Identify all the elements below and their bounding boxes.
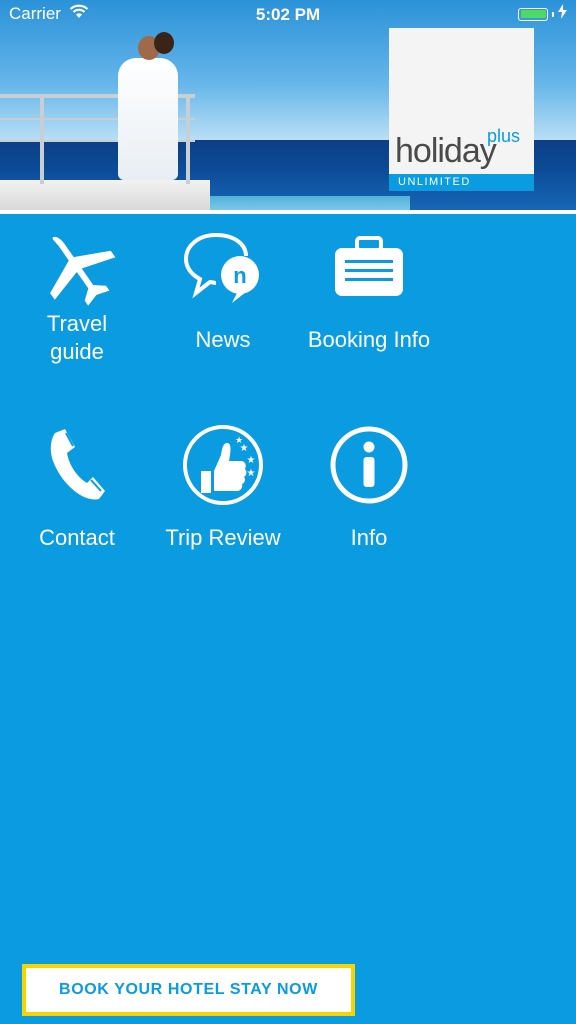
info-icon xyxy=(324,420,414,510)
thumbs-up-icon: ★ ★ ★ ★ xyxy=(178,420,268,510)
carrier-label: Carrier xyxy=(9,4,61,23)
briefcase-icon xyxy=(324,222,414,312)
speech-bubbles-icon: n xyxy=(178,222,268,312)
hero-divider xyxy=(0,210,576,214)
tile-label: Travel guide xyxy=(47,310,107,366)
tile-label-line: guide xyxy=(50,339,104,364)
status-bar: Carrier 5:02 PM xyxy=(0,0,576,28)
svg-text:n: n xyxy=(233,263,246,288)
book-hotel-button-label: BOOK YOUR HOTEL STAY NOW xyxy=(59,981,318,998)
hero-couple xyxy=(118,58,178,180)
tile-label-line: Travel xyxy=(46,311,108,336)
tile-label: Info xyxy=(350,525,388,550)
phone-icon xyxy=(32,420,122,510)
status-left: Carrier xyxy=(0,4,89,24)
tile-travel-guide[interactable]: Travel guide xyxy=(4,222,150,366)
battery-tip xyxy=(552,11,554,17)
battery-icon xyxy=(518,7,548,21)
book-hotel-button[interactable]: BOOK YOUR HOTEL STAY NOW xyxy=(22,964,355,1016)
svg-text:★: ★ xyxy=(247,468,256,479)
hero-couple-head xyxy=(154,32,174,54)
wifi-icon xyxy=(69,4,89,24)
svg-text:★: ★ xyxy=(247,455,256,466)
railing-post xyxy=(40,94,44,184)
tile-news[interactable]: n News xyxy=(150,222,296,354)
tile-label: News xyxy=(195,327,251,352)
tile-label: Trip Review xyxy=(165,525,281,550)
airplane-icon xyxy=(32,222,122,312)
tile-info[interactable]: Info xyxy=(296,420,442,552)
status-right xyxy=(518,4,576,24)
svg-text:★: ★ xyxy=(235,435,243,445)
hero-deck xyxy=(0,180,210,210)
tile-contact[interactable]: Contact xyxy=(4,420,150,552)
logo-holiday-text: holiday xyxy=(395,132,497,170)
hero-pool xyxy=(210,196,410,210)
hero-banner: plus holiday UNLIMITED xyxy=(0,0,576,210)
logo-unlimited-band: UNLIMITED xyxy=(389,174,534,191)
tile-label: Booking Info xyxy=(307,327,431,352)
tile-trip-review[interactable]: ★ ★ ★ ★ Trip Review xyxy=(150,420,296,552)
tile-label: Contact xyxy=(39,525,115,550)
charging-icon xyxy=(558,4,567,24)
tile-booking-info[interactable]: Booking Info xyxy=(296,222,442,354)
railing-post xyxy=(186,94,190,184)
holiday-plus-logo: plus holiday UNLIMITED xyxy=(389,28,534,191)
